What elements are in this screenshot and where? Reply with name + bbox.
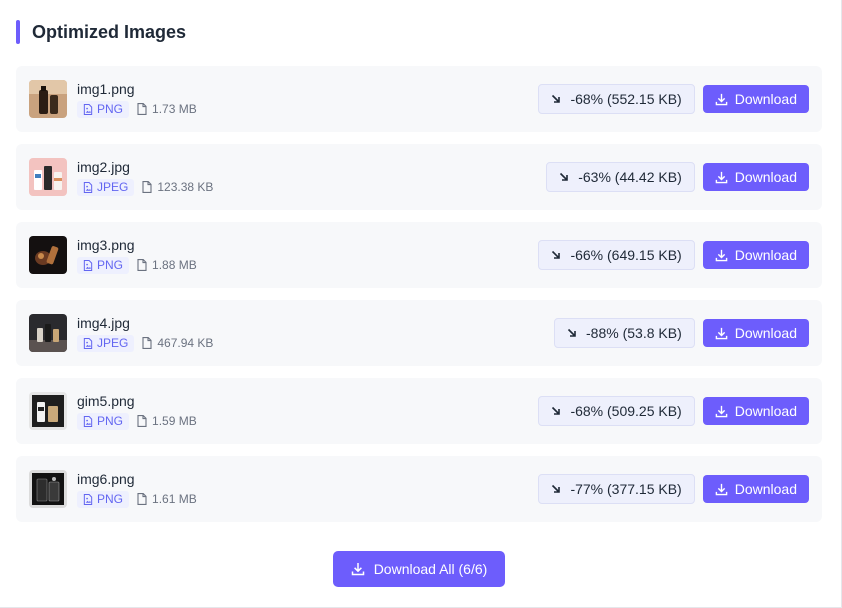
arrow-down-right-icon: [552, 484, 561, 493]
section-header: Optimized Images: [16, 20, 186, 44]
reduction-badge: -66% (649.15 KB): [538, 240, 695, 270]
format-label: PNG: [97, 492, 124, 506]
download-button[interactable]: Download: [702, 475, 809, 503]
download-label: Download: [734, 247, 797, 263]
reduction-label: -63% (44.42 KB): [578, 169, 682, 185]
file-size: 123.38 KB: [142, 180, 213, 194]
file-icon: [142, 337, 152, 349]
file-name: gim5.png: [77, 392, 135, 409]
download-icon: [715, 405, 728, 417]
format-label: JPEG: [97, 180, 129, 194]
download-icon: [715, 249, 728, 261]
file-name: img3.png: [77, 236, 135, 253]
file-size: 1.73 MB: [137, 102, 197, 116]
file-size: 467.94 KB: [142, 336, 213, 350]
file-icon: [137, 493, 147, 505]
arrow-down-right-icon: [560, 172, 569, 181]
download-button[interactable]: Download: [702, 319, 809, 347]
download-button[interactable]: Download: [702, 85, 809, 113]
reduction-label: -77% (377.15 KB): [570, 481, 682, 497]
file-image-icon: [83, 103, 93, 115]
file-icon: [137, 259, 147, 271]
download-icon: [715, 93, 728, 105]
accent-bar: [16, 20, 20, 44]
download-icon: [351, 563, 364, 576]
file-name: img1.png: [77, 80, 135, 97]
image-row: img6.png PNG 1.61 MB -77% (377.15 KB) Do…: [16, 456, 822, 522]
image-row: gim5.png PNG 1.59 MB -68% (509.25 KB) Do…: [16, 378, 822, 444]
image-thumbnail: [29, 80, 67, 118]
format-label: JPEG: [97, 336, 129, 350]
arrow-down-right-icon: [552, 250, 561, 259]
image-row: img3.png PNG 1.88 MB -66% (649.15 KB) Do…: [16, 222, 822, 288]
format-label: PNG: [97, 102, 124, 116]
reduction-label: -68% (552.15 KB): [570, 91, 682, 107]
reduction-badge: -68% (509.25 KB): [538, 396, 695, 426]
format-badge: PNG: [77, 490, 130, 508]
file-image-icon: [83, 259, 93, 271]
file-name: img4.jpg: [77, 314, 130, 331]
arrow-down-right-icon: [552, 406, 561, 415]
download-label: Download: [734, 91, 797, 107]
format-label: PNG: [97, 414, 124, 428]
file-image-icon: [83, 337, 93, 349]
download-all-button[interactable]: Download All (6/6): [333, 551, 505, 587]
download-all-label: Download All (6/6): [373, 561, 488, 577]
image-thumbnail: [29, 236, 67, 274]
file-image-icon: [83, 493, 93, 505]
format-badge: JPEG: [77, 178, 135, 196]
reduction-badge: -63% (44.42 KB): [546, 162, 695, 192]
file-size-label: 123.38 KB: [157, 180, 214, 194]
download-label: Download: [734, 325, 797, 341]
download-button[interactable]: Download: [702, 241, 809, 269]
format-badge: PNG: [77, 412, 130, 430]
format-badge: PNG: [77, 100, 130, 118]
download-icon: [715, 327, 728, 339]
file-icon: [137, 103, 147, 115]
reduction-label: -88% (53.8 KB): [586, 325, 682, 341]
download-button[interactable]: Download: [702, 163, 809, 191]
image-list: img1.png PNG 1.73 MB -68% (552.15 KB) Do…: [16, 66, 822, 534]
format-label: PNG: [97, 258, 124, 272]
file-image-icon: [83, 181, 93, 193]
file-size: 1.59 MB: [137, 414, 197, 428]
file-size-label: 1.88 MB: [152, 258, 197, 272]
file-size-label: 1.73 MB: [152, 102, 197, 116]
download-button[interactable]: Download: [702, 397, 809, 425]
image-thumbnail: [29, 470, 67, 508]
download-label: Download: [734, 169, 797, 185]
reduction-label: -68% (509.25 KB): [570, 403, 682, 419]
format-badge: JPEG: [77, 334, 135, 352]
image-row: img4.jpg JPEG 467.94 KB -88% (53.8 KB) D…: [16, 300, 822, 366]
file-name: img6.png: [77, 470, 135, 487]
image-row: img1.png PNG 1.73 MB -68% (552.15 KB) Do…: [16, 66, 822, 132]
image-row: img2.jpg JPEG 123.38 KB -63% (44.42 KB): [16, 144, 822, 210]
reduction-badge: -88% (53.8 KB): [554, 318, 695, 348]
download-label: Download: [734, 403, 797, 419]
download-label: Download: [734, 481, 797, 497]
arrow-down-right-icon: [567, 328, 576, 337]
optimized-images-panel: Optimized Images img1.png PNG 1.73 MB -6…: [0, 0, 842, 608]
file-image-icon: [83, 415, 93, 427]
arrow-down-right-icon: [552, 94, 561, 103]
reduction-badge: -68% (552.15 KB): [538, 84, 695, 114]
format-badge: PNG: [77, 256, 130, 274]
reduction-label: -66% (649.15 KB): [570, 247, 682, 263]
image-thumbnail: [29, 158, 67, 196]
file-size: 1.61 MB: [137, 492, 197, 506]
section-title: Optimized Images: [32, 21, 187, 42]
reduction-badge: -77% (377.15 KB): [538, 474, 695, 504]
file-size-label: 1.59 MB: [152, 414, 197, 428]
file-icon: [142, 181, 152, 193]
image-thumbnail: [29, 314, 67, 352]
image-thumbnail: [29, 392, 67, 430]
file-icon: [137, 415, 147, 427]
file-size-label: 1.61 MB: [152, 492, 197, 506]
file-name: img2.jpg: [77, 158, 130, 175]
file-size-label: 467.94 KB: [157, 336, 214, 350]
download-icon: [715, 483, 728, 495]
file-size: 1.88 MB: [137, 258, 197, 272]
download-icon: [715, 171, 728, 183]
